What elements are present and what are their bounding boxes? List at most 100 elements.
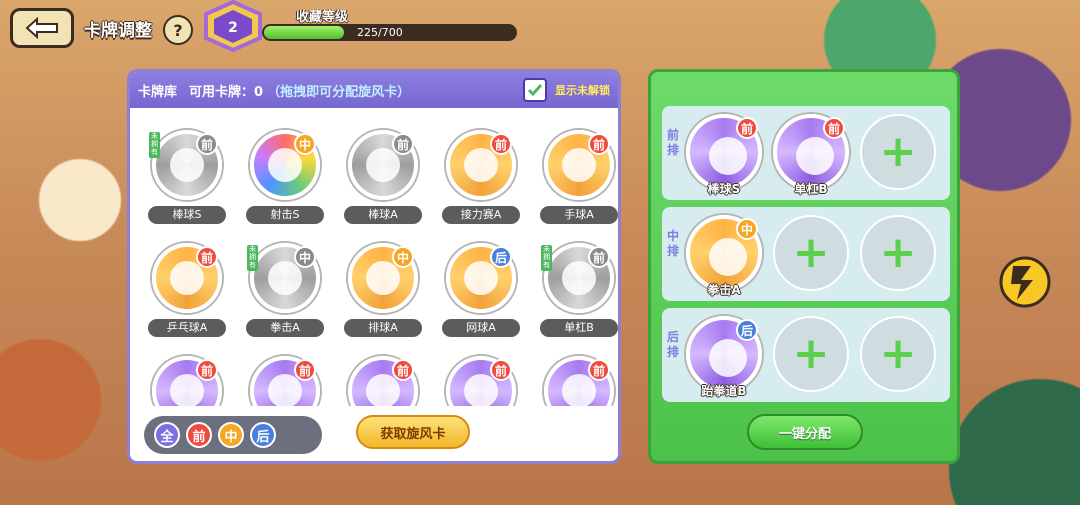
character-icon (464, 148, 498, 182)
lineup-card-name: 单杠B (794, 182, 828, 196)
position-badge: 中 (294, 246, 316, 268)
checkmark-icon (528, 84, 542, 97)
character-icon (268, 148, 302, 182)
card-library-title: 卡牌库 (138, 84, 178, 100)
level-label: 收藏等级 (296, 10, 349, 25)
character-icon (709, 339, 747, 377)
library-card[interactable]: 前乒乓球A (146, 243, 228, 347)
library-card[interactable]: 前 (440, 356, 522, 406)
lineup-row-label: 后排 (666, 330, 679, 359)
card-name: 接力赛A (442, 206, 520, 224)
position-badge: 前 (490, 133, 512, 155)
empty-slot[interactable]: + (773, 215, 849, 291)
position-badge: 前 (736, 117, 758, 139)
character-icon (366, 148, 400, 182)
card-name: 网球A (442, 319, 520, 337)
drag-hint: （拖拽即可分配旋风卡） (267, 84, 411, 100)
library-card[interactable]: 后网球A (440, 243, 522, 347)
top-bar: 卡牌调整 ? 2 收藏等级 225/700 (0, 0, 600, 60)
empty-slot[interactable]: + (860, 215, 936, 291)
character-icon (268, 261, 302, 295)
position-badge: 前 (392, 359, 414, 381)
position-badge: 前 (196, 133, 218, 155)
position-badge: 前 (588, 246, 610, 268)
character-icon (709, 238, 747, 276)
position-badge: 前 (823, 117, 845, 139)
card-name: 乒乓球A (148, 319, 226, 337)
card-name: 射击S (246, 206, 324, 224)
position-badge: 中 (392, 246, 414, 268)
lineup-card-name: 拳击A (707, 283, 741, 297)
character-icon (709, 137, 747, 175)
back-button[interactable] (10, 8, 74, 48)
available-cards-count: 可用卡牌：0 (189, 84, 264, 100)
lineup-card[interactable]: 前棒球S (686, 114, 766, 200)
character-icon (562, 261, 596, 295)
library-card[interactable]: 前 未拥有 棒球S (146, 130, 228, 234)
lineup-card[interactable]: 中拳击A (686, 215, 766, 301)
library-card[interactable]: 中排球A (342, 243, 424, 347)
lineup-row: 前排前棒球S 前单杠B + (662, 106, 950, 200)
collection-level-badge: 2 (204, 0, 262, 52)
character-icon (366, 261, 400, 295)
lineup-row: 后排后跆拳道B + + (662, 308, 950, 402)
position-filter-button[interactable]: 前 (186, 422, 212, 448)
position-badge: 前 (196, 359, 218, 381)
plus-icon: + (879, 328, 917, 379)
lineup-card[interactable]: 后跆拳道B (686, 316, 766, 402)
empty-slot[interactable]: + (860, 316, 936, 392)
card-library-header: 卡牌库 可用卡牌：0 （拖拽即可分配旋风卡） 显示未解锁 (130, 72, 618, 108)
empty-slot[interactable]: + (773, 316, 849, 392)
level-progress-fill (264, 26, 345, 39)
lineup-card[interactable]: 前单杠B (773, 114, 853, 200)
library-card[interactable]: 前 (342, 356, 424, 406)
position-badge: 前 (294, 359, 316, 381)
library-card[interactable]: 中 未拥有 拳击A (244, 243, 326, 347)
library-card[interactable]: 前棒球A (342, 130, 424, 234)
library-card[interactable]: 前 (538, 356, 618, 406)
library-card[interactable]: 前 (146, 356, 228, 406)
position-badge: 前 (196, 246, 218, 268)
lineup-row: 中排中拳击A + + (662, 207, 950, 301)
character-icon (562, 148, 596, 182)
lineup-row-label: 中排 (666, 229, 679, 258)
position-badge: 后 (490, 246, 512, 268)
badge-level-text: 2 (228, 20, 238, 36)
library-card[interactable]: 前接力赛A (440, 130, 522, 234)
position-badge: 后 (736, 319, 758, 341)
position-badge: 中 (294, 133, 316, 155)
card-name: 棒球S (148, 206, 226, 224)
get-cards-button[interactable]: 获取旋风卡 (356, 415, 470, 449)
page-title: 卡牌调整 (84, 21, 152, 41)
plus-icon: + (792, 328, 830, 379)
card-name: 棒球A (344, 206, 422, 224)
lightning-logo-icon[interactable] (995, 256, 1055, 308)
character-icon (366, 374, 400, 406)
plus-icon: + (792, 227, 830, 278)
position-filter-button[interactable]: 后 (250, 422, 276, 448)
position-filter-button[interactable]: 中 (218, 422, 244, 448)
position-badge: 中 (736, 218, 758, 240)
library-card[interactable]: 中射击S (244, 130, 326, 234)
auto-assign-button[interactable]: 一键分配 (747, 414, 863, 450)
character-icon (170, 374, 204, 406)
help-button[interactable]: ? (163, 15, 193, 45)
character-icon (268, 374, 302, 406)
position-filter-bar: 全前中后 (144, 416, 322, 454)
show-locked-label: 显示未解锁 (555, 84, 610, 97)
library-card[interactable]: 前 (244, 356, 326, 406)
card-library-panel: 卡牌库 可用卡牌：0 （拖拽即可分配旋风卡） 显示未解锁 前未拥有 棒球S 中射击S… (127, 69, 621, 464)
character-icon (464, 374, 498, 406)
character-icon (562, 374, 596, 406)
character-icon (796, 137, 834, 175)
show-locked-checkbox[interactable] (523, 78, 547, 102)
library-card[interactable]: 前手球A (538, 130, 618, 234)
plus-icon: + (879, 227, 917, 278)
position-badge: 前 (392, 133, 414, 155)
library-card[interactable]: 前 未拥有 单杠B (538, 243, 618, 347)
empty-slot[interactable]: + (860, 114, 936, 190)
position-badge: 前 (588, 359, 610, 381)
position-badge: 前 (588, 133, 610, 155)
position-filter-button[interactable]: 全 (154, 422, 180, 448)
position-badge: 前 (490, 359, 512, 381)
